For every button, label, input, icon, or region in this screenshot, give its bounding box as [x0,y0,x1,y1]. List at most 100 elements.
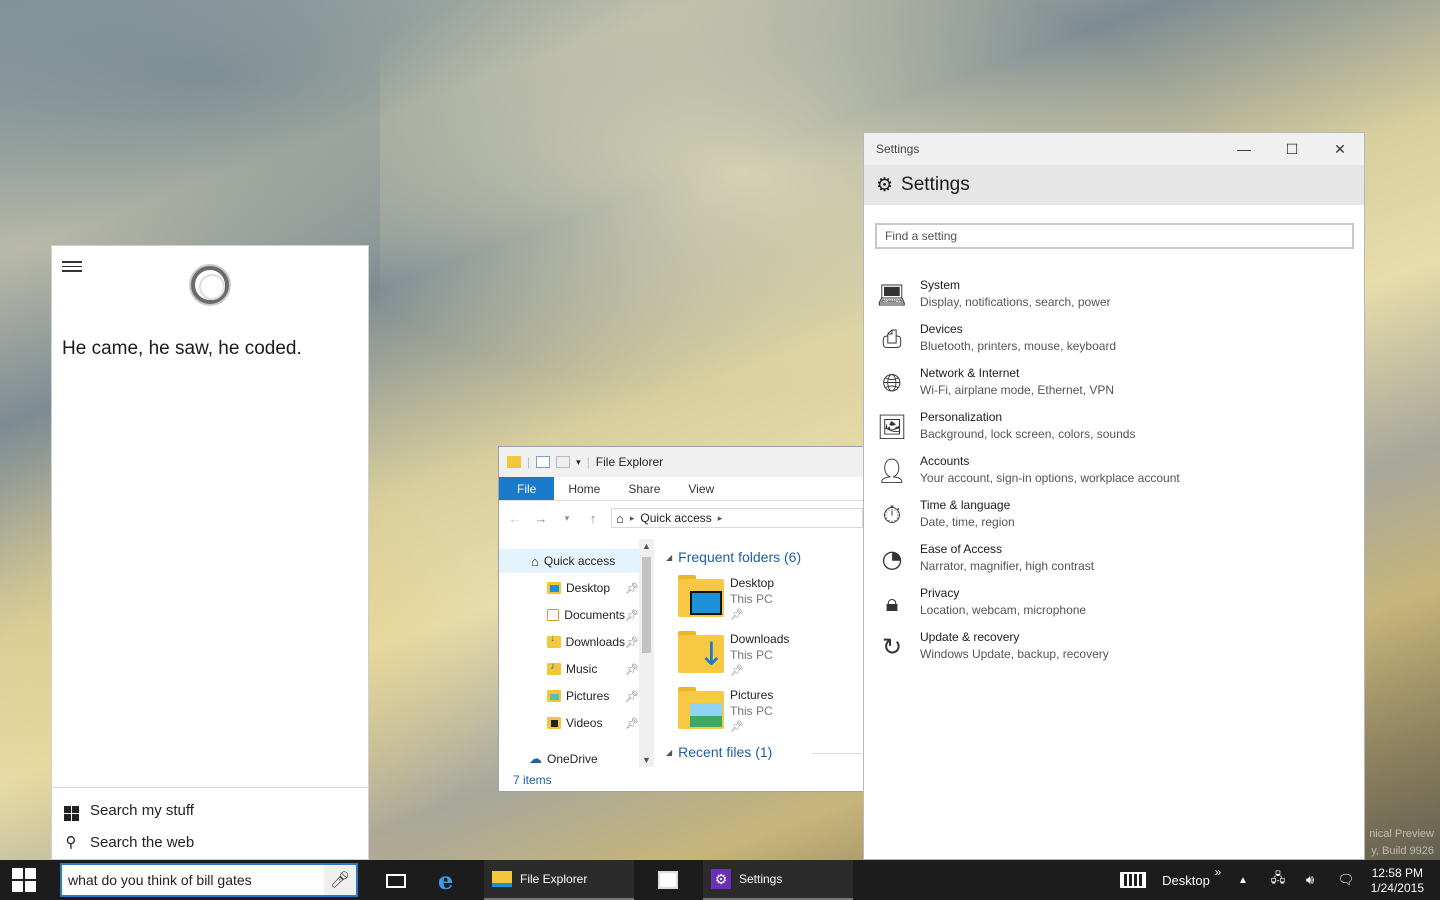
scrollbar-thumb[interactable] [642,557,651,653]
downloads-folder-icon [547,633,561,648]
setting-system[interactable]: 💻︎ System Display, notifications, search,… [876,275,1346,319]
desktop-big-folder-icon[interactable] [678,573,724,617]
forward-arrow-icon[interactable]: → [533,511,549,526]
collapse-triangle-icon: ◢ [666,552,673,562]
microphone-icon[interactable]: 🎤︎ [324,865,356,895]
internet-explorer-icon: e [438,865,454,895]
address-bar[interactable]: ⌂ ▸ Quick access ▸ [611,508,863,528]
setting-accounts[interactable]: 👤︎ Accounts Your account, sign-in options… [876,451,1346,495]
new-folder-icon[interactable] [556,456,571,468]
search-query-text: what do you think of bill gates [68,872,252,888]
gear-icon: ⚙ [876,174,894,196]
folder-icon[interactable] [507,456,521,468]
setting-update-recovery[interactable]: ↻ Update & recovery Windows Update, backu… [876,627,1346,671]
downloads-big-folder-icon[interactable] [678,629,725,673]
hamburger-menu-icon[interactable] [60,258,84,274]
up-arrow-icon[interactable]: ↑ [585,511,601,526]
volume-icon[interactable]: 🔊︎ [1296,860,1324,900]
folder-tile-desktop[interactable]: Desktop This PC 📌︎ [730,575,774,623]
pin-icon[interactable]: 📌︎ [625,636,639,649]
navigation-pane: ⌂ Quick access Desktop Documents Downloa… [499,537,654,766]
devices-icon: ⎙ [882,325,902,353]
pin-icon[interactable]: 📌︎ [625,717,639,730]
internet-explorer-button[interactable]: e [430,860,470,900]
taskbar-search-box[interactable]: what do you think of bill gates 🎤︎ [60,863,358,897]
nav-documents[interactable]: Documents [547,603,625,627]
search-the-web-button[interactable]: ⚲ Search the web [62,828,195,856]
explorer-title: File Explorer [595,455,664,469]
explorer-ribbon: File Home Share View [499,477,863,501]
pin-icon: 📌︎ [730,665,744,677]
cortana-answer: He came, he saw, he coded. [62,338,302,359]
home-icon: ⌂ [616,510,624,526]
pin-icon[interactable]: 📌︎ [625,582,639,595]
address-text: Quick access [640,511,712,525]
taskbar-settings[interactable]: ⚙ Settings [703,860,853,900]
folder-tile-downloads[interactable]: Downloads This PC 📌︎ [730,631,789,679]
search-my-stuff-button[interactable]: Search my stuff [62,796,194,824]
system-clock[interactable]: 12:58 PM 1/24/2015 [1371,866,1424,896]
tab-file[interactable]: File [499,477,555,500]
close-button[interactable]: ✕ [1316,133,1364,165]
desktop-folder-icon [547,582,561,594]
desktop-toolbar-chevron[interactable]: » [1210,852,1226,892]
pin-icon[interactable]: 📌︎ [625,609,639,622]
watermark-line2: y, Build 9926 [1371,845,1434,857]
pictures-big-folder-icon[interactable] [678,685,724,729]
recent-locations-icon[interactable]: ▾ [559,513,575,524]
minimize-button[interactable]: — [1220,133,1268,165]
nav-quick-access[interactable]: ⌂ Quick access [499,549,639,573]
taskbar: what do you think of bill gates 🎤︎ e Fil… [0,860,1440,900]
action-center-icon[interactable]: 🗨︎ [1332,860,1360,900]
desktop-toolbar[interactable]: Desktop [1158,860,1214,900]
recent-files-header[interactable]: ◢ Recent files (1) [666,744,772,760]
start-button[interactable] [0,860,48,900]
maximize-button[interactable]: ☐ [1268,133,1316,165]
file-explorer-icon [492,871,512,887]
tab-home[interactable]: Home [554,477,614,500]
setting-time-language[interactable]: ⏱ Time & language Date, time, region [876,495,1346,539]
task-view-icon [386,874,406,888]
pin-icon[interactable]: 📌︎ [625,663,639,676]
setting-network[interactable]: 🌐︎ Network & Internet Wi-Fi, airplane mod… [876,363,1346,407]
scroll-up-icon[interactable]: ▲ [639,541,654,551]
store-button[interactable] [650,860,690,900]
taskbar-file-explorer[interactable]: File Explorer [484,860,634,900]
show-hidden-icons-icon[interactable]: ▲ [1234,860,1252,900]
pin-icon: 📌︎ [730,609,744,621]
properties-icon[interactable] [536,456,551,468]
build-watermark: nical Preview y, Build 9926 [1369,826,1434,860]
breadcrumb-chevron-icon: ▸ [629,512,635,523]
find-setting-input[interactable]: Find a setting [875,223,1354,249]
tab-share[interactable]: Share [614,477,674,500]
videos-folder-icon [547,717,561,729]
scroll-down-icon[interactable]: ▼ [639,755,654,765]
file-explorer-window: | ▾ | File Explorer File Home Share View… [498,446,864,792]
explorer-titlebar: | ▾ | File Explorer [499,447,863,477]
settings-window-title: Settings [876,142,920,156]
back-arrow-icon[interactable]: ← [507,511,523,526]
setting-personalization[interactable]: 🖼︎ Personalization Background, lock scree… [876,407,1346,451]
setting-ease-of-access[interactable]: ◔ Ease of Access Narrator, magnifier, hig… [876,539,1346,583]
touch-keyboard-icon[interactable] [1116,860,1150,900]
setting-privacy[interactable]: 🔒︎ Privacy Location, webcam, microphone [876,583,1346,627]
nav-downloads[interactable]: Downloads [547,630,625,654]
nav-scrollbar[interactable]: ▲ ▼ [639,539,654,767]
onedrive-cloud-icon: ☁ [529,751,542,766]
setting-devices[interactable]: ⎙ Devices Bluetooth, printers, mouse, key… [876,319,1346,363]
customize-toolbar-icon[interactable]: ▾ [576,457,581,468]
folder-tile-pictures[interactable]: Pictures This PC 📌︎ [730,687,773,735]
cortana-search-options: Search my stuff ⚲ Search the web [52,787,368,859]
task-view-button[interactable] [378,860,414,900]
windows-logo-icon [62,800,80,821]
laptop-icon: 💻︎ [876,281,908,309]
nav-onedrive[interactable]: ☁ OneDrive [529,747,639,771]
store-bag-icon [658,871,678,889]
frequent-folders-header[interactable]: ◢ Frequent folders (6) [666,549,801,565]
music-folder-icon [547,661,561,675]
tab-view[interactable]: View [674,477,728,500]
network-icon[interactable]: 🖧︎ [1264,860,1292,900]
pin-icon[interactable]: 📌︎ [625,690,639,703]
refresh-icon: ↻ [881,633,903,661]
settings-gear-icon: ⚙ [711,869,731,889]
